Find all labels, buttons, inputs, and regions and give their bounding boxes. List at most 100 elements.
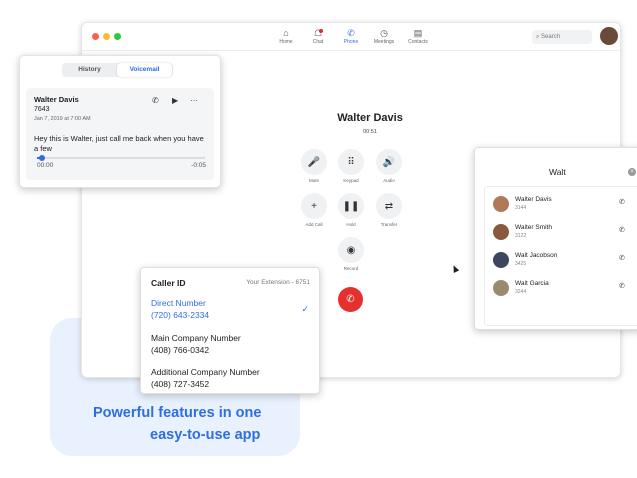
call-icon[interactable]: ✆	[619, 198, 625, 206]
audio-button[interactable]: 🔊 Audio	[374, 149, 404, 183]
minimize-window-dot[interactable]	[103, 33, 110, 40]
voicemail-date: Jan 7, 2019 at 7:00 AM	[34, 116, 91, 122]
call-icon[interactable]: ✆	[619, 282, 625, 290]
clock-icon: ◷	[380, 28, 388, 38]
option-number: (408) 727-3452	[151, 379, 210, 389]
keypad-icon: ⠿	[338, 149, 364, 175]
nav-phone[interactable]: ✆ Phone	[337, 27, 365, 45]
playback-remaining: -0:05	[191, 162, 206, 169]
keypad-label: Keypad	[343, 178, 359, 183]
pause-icon: ❚❚	[338, 193, 364, 219]
avatar	[493, 224, 509, 240]
search-results-list: Walter Davis 3144 ✆ Walter Smith 3122 ✆ …	[484, 186, 637, 326]
transfer-button[interactable]: ⇄ Transfer	[374, 193, 404, 227]
checkmark-icon: ✓	[301, 304, 309, 314]
hold-button[interactable]: ❚❚ Hold	[336, 193, 366, 227]
playback-progress-bar[interactable]	[37, 155, 205, 161]
voicemail-transcript: Hey this is Walter, just call me back wh…	[34, 134, 204, 153]
record-button[interactable]: ◉ Record	[336, 237, 366, 271]
nav-home[interactable]: ⌂ Home	[272, 27, 300, 45]
contact-search-input[interactable]: Walt	[549, 167, 566, 177]
result-name: Walter Davis	[515, 196, 552, 203]
voicemail-caller-name: Walter Davis	[34, 95, 79, 104]
promo-line-2: easy-to-use app	[150, 427, 261, 443]
call-icon[interactable]: ✆	[619, 254, 625, 262]
search-placeholder: Search	[541, 34, 561, 40]
result-ext: 3144	[515, 205, 527, 211]
promo-tagline: Powerful features in one easy-to-use app	[93, 402, 293, 446]
search-icon: ⌕	[536, 34, 540, 40]
nav-meetings[interactable]: ◷ Meetings	[370, 27, 398, 45]
playback-scrubber[interactable]	[39, 155, 46, 161]
nav-phone-label: Phone	[343, 39, 359, 45]
promo-line-1: Powerful features in one	[93, 405, 262, 421]
option-name: Additional Company Number	[151, 367, 260, 377]
caller-id-panel: Caller ID Your Extension - 6751 Direct N…	[140, 267, 320, 394]
result-name: Walt Jacobson	[515, 252, 558, 259]
nav-meetings-label: Meetings	[373, 39, 395, 45]
plus-icon: +	[301, 193, 327, 219]
play-icon[interactable]: ▶	[172, 96, 178, 105]
call-back-icon[interactable]: ✆	[152, 96, 159, 105]
end-call-button[interactable]: ✆	[338, 287, 363, 312]
playback-elapsed: 00:00	[37, 162, 54, 169]
clear-search-icon[interactable]: ×	[628, 168, 636, 176]
add-call-button[interactable]: + Add Call	[299, 193, 329, 227]
voicemail-panel: History Voicemail Walter Davis 7643 Jan …	[19, 55, 221, 188]
voicemail-caller-ext: 7643	[34, 106, 50, 113]
nav-chat[interactable]: ☖ Chat	[304, 27, 332, 45]
call-duration: 00:51	[363, 129, 377, 135]
tab-voicemail[interactable]: Voicemail	[117, 63, 172, 77]
phone-icon: ✆	[347, 28, 355, 38]
nav-contacts-label: Contacts	[408, 39, 428, 45]
hold-label: Hold	[346, 222, 356, 227]
option-number: (720) 643-2334	[151, 310, 210, 320]
avatar	[493, 252, 509, 268]
result-name: Walt Garcia	[515, 280, 549, 287]
your-extension-label: Your Extension - 6751	[246, 279, 310, 286]
speaker-icon: 🔊	[376, 149, 402, 175]
history-voicemail-switch: History Voicemail	[62, 63, 173, 77]
nav-contacts[interactable]: ▤ Contacts	[404, 27, 432, 45]
record-label: Record	[343, 266, 359, 271]
maximize-window-dot[interactable]	[114, 33, 121, 40]
home-icon: ⌂	[283, 28, 289, 38]
search-input[interactable]: ⌕ Search	[532, 30, 592, 44]
option-name: Direct Number	[151, 298, 206, 308]
caller-id-option-direct[interactable]: Direct Number (720) 643-2334	[151, 297, 209, 321]
option-number: (408) 766-0342	[151, 345, 210, 355]
caller-id-option-additional[interactable]: Additional Company Number (408) 727-3452	[151, 366, 260, 390]
caller-id-title: Caller ID	[151, 278, 186, 288]
record-icon: ◉	[338, 237, 364, 263]
chat-icon: ☖	[313, 28, 323, 38]
mute-button[interactable]: 🎤 Mute	[299, 149, 329, 183]
keypad-button[interactable]: ⠿ Keypad	[336, 149, 366, 183]
close-window-dot[interactable]	[92, 33, 99, 40]
microphone-icon: 🎤	[301, 149, 327, 175]
add-call-label: Add Call	[305, 222, 323, 227]
option-name: Main Company Number	[151, 333, 241, 343]
mute-label: Mute	[308, 178, 319, 183]
tab-history[interactable]: History	[62, 63, 117, 77]
result-ext: 3122	[515, 233, 527, 239]
result-ext: 3425	[515, 261, 527, 267]
hang-up-icon: ✆	[346, 294, 355, 305]
transfer-icon: ⇄	[376, 193, 402, 219]
avatar	[493, 280, 509, 296]
transfer-label: Transfer	[380, 222, 398, 227]
caller-name: Walter Davis	[337, 112, 403, 124]
nav-chat-label: Chat	[312, 39, 324, 45]
more-options-icon[interactable]: ···	[190, 96, 198, 105]
nav-home-label: Home	[279, 39, 293, 45]
chat-unread-badge	[319, 29, 323, 33]
result-ext: 3244	[515, 289, 527, 295]
call-icon[interactable]: ✆	[619, 226, 625, 234]
user-avatar[interactable]	[600, 27, 618, 45]
contacts-icon: ▤	[413, 28, 423, 38]
audio-label: Audio	[383, 178, 395, 183]
contact-search-panel: Walt × Walter Davis 3144 ✆ Walter Smith …	[474, 147, 637, 330]
avatar	[493, 196, 509, 212]
caller-id-option-main[interactable]: Main Company Number (408) 766-0342	[151, 332, 241, 356]
title-bar: ⌂ Home ☖ Chat ✆ Phone ◷ Meetings ▤ Conta…	[82, 23, 620, 51]
result-name: Walter Smith	[515, 224, 552, 231]
